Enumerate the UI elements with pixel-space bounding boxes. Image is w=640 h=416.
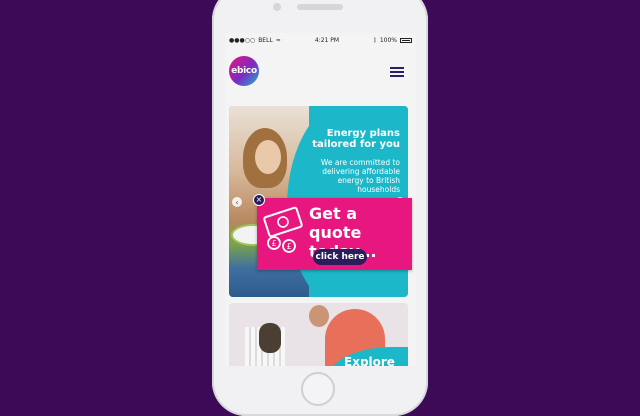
money-icon: £ £: [263, 206, 303, 253]
ebico-logo[interactable]: ebico: [229, 56, 259, 86]
quote-popup[interactable]: £ £ Get a quote today... click here: [257, 198, 412, 270]
battery-icon: [399, 37, 412, 43]
site-header: ebico: [225, 47, 416, 99]
hamburger-menu-icon[interactable]: [390, 67, 404, 77]
carrier-label: BELL: [258, 36, 273, 44]
svg-text:£: £: [271, 239, 276, 248]
status-bar: ●●●○○ BELL ≈ 4:21 PM ᛒ 100%: [225, 33, 416, 47]
hero-title: Energy plans tailored for you: [312, 128, 400, 150]
logo-text: ebico: [231, 66, 257, 76]
battery-label: 100%: [379, 36, 397, 44]
svg-text:£: £: [286, 242, 291, 251]
wifi-icon: ≈: [275, 36, 281, 44]
bluetooth-icon: ᛒ: [373, 36, 377, 44]
hero-description: We are committed to delivering affordabl…: [320, 158, 400, 194]
status-time: 4:21 PM: [314, 36, 340, 44]
phone-speaker: [297, 4, 343, 10]
click-here-button[interactable]: click here: [313, 249, 367, 265]
phone-camera: [273, 3, 281, 11]
explore-title: Explore: [344, 355, 395, 366]
close-icon[interactable]: ×: [253, 194, 265, 206]
home-button[interactable]: [301, 372, 335, 406]
signal-icon: ●●●○○: [229, 36, 256, 44]
explore-card[interactable]: Explore: [229, 303, 408, 366]
carousel-prev-icon[interactable]: ‹: [232, 197, 242, 207]
